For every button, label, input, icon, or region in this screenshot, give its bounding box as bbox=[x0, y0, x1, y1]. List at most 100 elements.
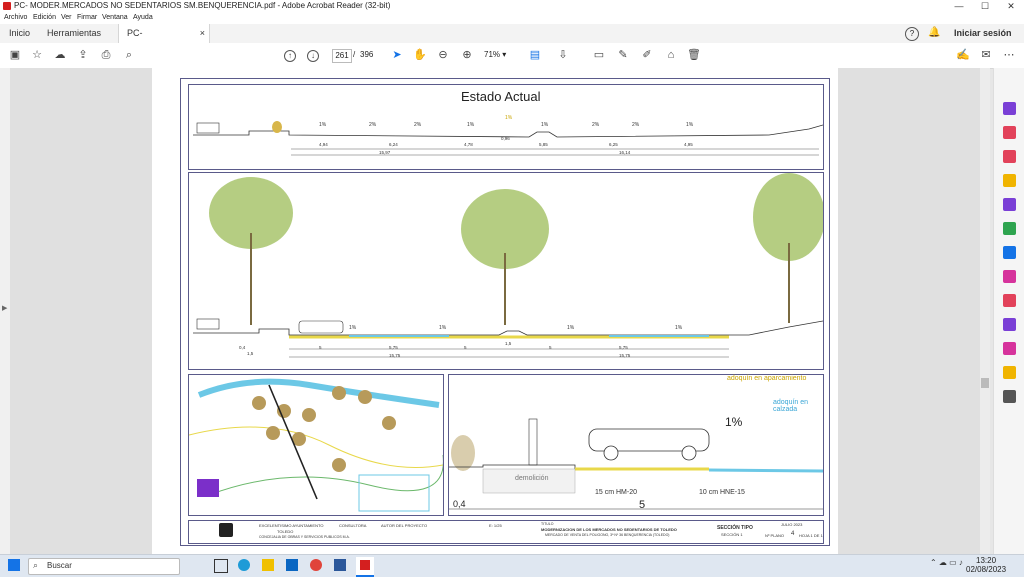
sign-icon[interactable]: ✍ bbox=[956, 48, 970, 62]
dimension-label: 4,78 bbox=[464, 142, 473, 147]
edge-icon[interactable] bbox=[238, 559, 250, 571]
paving-parking-label: adoquín en aparcamiento bbox=[727, 375, 807, 382]
tray-icons[interactable]: ⌃ ☁ ▭ ♪ bbox=[930, 558, 963, 567]
tab-inicio[interactable]: Inicio bbox=[9, 24, 30, 43]
bell-icon[interactable]: 🔔 bbox=[928, 27, 940, 38]
windows-start-icon[interactable] bbox=[8, 559, 20, 571]
scan-ocr-icon[interactable] bbox=[1003, 246, 1016, 259]
comment-icon[interactable]: ▭ bbox=[592, 48, 606, 62]
title-scale: E: 1/25 bbox=[489, 523, 502, 528]
dimension-label: 1,5 bbox=[505, 341, 512, 346]
dimension-label: 0,96 bbox=[501, 136, 510, 141]
title-block: EXCELENTISIMO AYUNTAMIENTO TOLEDO CONCEJ… bbox=[188, 520, 824, 544]
create-pdf-icon[interactable] bbox=[1003, 126, 1016, 139]
plan-number-label: Nº PLANO bbox=[765, 533, 785, 538]
dimension-label: 5 bbox=[319, 345, 322, 350]
scroll-mode-icon[interactable]: ⇩ bbox=[556, 48, 570, 62]
more-options-icon[interactable]: ⋯ bbox=[1002, 48, 1016, 62]
protect-icon[interactable] bbox=[1003, 294, 1016, 307]
menu-firmar[interactable]: Firmar bbox=[77, 14, 97, 21]
page-down-icon[interactable]: ↓ bbox=[307, 50, 319, 62]
search-box[interactable]: ⌕ Buscar bbox=[28, 558, 180, 575]
dimension-label: 5,85 bbox=[539, 142, 548, 147]
menu-ver[interactable]: Ver bbox=[61, 14, 72, 21]
tray-clock[interactable]: 13:20 02/08/2023 bbox=[966, 556, 1006, 574]
mail-icon[interactable]: ✉ bbox=[979, 48, 993, 62]
menu-ventana[interactable]: Ventana bbox=[102, 14, 128, 21]
file-explorer-icon[interactable] bbox=[262, 559, 274, 571]
delete-icon[interactable]: 🗑 bbox=[687, 48, 701, 62]
slope-label: 1% bbox=[675, 325, 683, 331]
select-pointer-icon[interactable]: ➤ bbox=[390, 48, 404, 62]
compress-icon[interactable] bbox=[1003, 318, 1016, 331]
zoom-in-icon[interactable]: ⊕ bbox=[460, 48, 474, 62]
help-icon[interactable]: ? bbox=[905, 27, 919, 41]
vertical-scrollbar[interactable] bbox=[980, 68, 990, 554]
export-pdf-icon[interactable] bbox=[1003, 102, 1016, 115]
measure-icon[interactable] bbox=[1003, 366, 1016, 379]
total-dimension: 15,97 bbox=[379, 150, 391, 155]
plan-number: 4 bbox=[791, 531, 795, 537]
close-button[interactable]: ✕ bbox=[998, 0, 1024, 12]
detail-frame: adoquín en aparcamiento adoquín en calza… bbox=[448, 374, 824, 516]
detail-slope: 1% bbox=[725, 415, 743, 429]
maximize-button[interactable]: ☐ bbox=[972, 0, 998, 12]
zoom-out-icon[interactable]: ⊖ bbox=[436, 48, 450, 62]
title-project-sub: MERCADO DE VENTA DEL POLIGONO, 3ª Nº 36 … bbox=[545, 533, 670, 537]
edit-pdf-icon[interactable] bbox=[1003, 150, 1016, 163]
scrollbar-thumb[interactable] bbox=[981, 378, 989, 388]
search-placeholder: Buscar bbox=[47, 561, 72, 570]
page-up-icon[interactable]: ↑ bbox=[284, 50, 296, 62]
request-signature-icon[interactable] bbox=[1003, 342, 1016, 355]
slope-label: 2% bbox=[632, 122, 640, 128]
tab-herramientas[interactable]: Herramientas bbox=[47, 24, 101, 43]
organize-pages-icon[interactable] bbox=[1003, 222, 1016, 235]
search-icon[interactable]: ⌕ bbox=[122, 48, 136, 62]
title-project: MODERNIZACION DE LOS MERCADOS NO SEDENTA… bbox=[541, 527, 677, 532]
plan-subtitle: SECCIÓN 1 bbox=[721, 532, 743, 537]
fit-page-icon[interactable]: ▤ bbox=[528, 48, 542, 62]
left-panel-toggle[interactable]: ▶ bbox=[0, 68, 10, 554]
save-icon[interactable]: ▣ bbox=[8, 48, 22, 62]
tab-close-icon[interactable]: × bbox=[200, 24, 205, 43]
acrobat-app-icon bbox=[3, 2, 11, 10]
chrome-icon[interactable] bbox=[310, 559, 322, 571]
site-plan-frame bbox=[188, 374, 444, 516]
paving-road-label: adoquín en calzada bbox=[773, 399, 809, 413]
zoom-dropdown[interactable]: 71% ▾ bbox=[484, 49, 514, 61]
title-city: TOLEDO bbox=[277, 529, 294, 534]
acrobat-taskbar-icon[interactable] bbox=[356, 557, 374, 577]
menu-archivo[interactable]: Archivo bbox=[4, 14, 27, 21]
comment-tool-icon[interactable] bbox=[1003, 174, 1016, 187]
section-existing-svg bbox=[193, 121, 823, 156]
more-tools-icon[interactable] bbox=[1003, 390, 1016, 403]
section-existing-frame: Estado Actual 1% 2% 2% 1% 1% 1% 2% 2% 1%… bbox=[188, 84, 824, 170]
menu-ayuda[interactable]: Ayuda bbox=[133, 14, 153, 21]
task-view-icon[interactable] bbox=[214, 559, 228, 573]
stamp-icon[interactable]: ⌂ bbox=[664, 48, 678, 62]
outlook-icon[interactable] bbox=[286, 559, 298, 571]
dimension-label: 4,94 bbox=[319, 142, 328, 147]
hm20-label: 15 cm HM-20 bbox=[595, 489, 638, 496]
title-org: EXCELENTISIMO AYUNTAMIENTO bbox=[259, 523, 324, 528]
print-icon[interactable]: ⎙ bbox=[99, 48, 113, 62]
hand-icon[interactable]: ✋ bbox=[413, 48, 427, 62]
cloud-upload-icon[interactable]: ☁ bbox=[53, 48, 67, 62]
search-icon: ⌕ bbox=[33, 560, 39, 570]
minimize-button[interactable]: — bbox=[946, 0, 972, 12]
fill-sign-icon[interactable] bbox=[1003, 270, 1016, 283]
expand-left-icon[interactable]: ▶ bbox=[2, 304, 7, 312]
tab-document[interactable]: PC- MODER.MERC... × bbox=[118, 24, 210, 57]
word-icon[interactable] bbox=[334, 559, 346, 571]
draw-icon[interactable]: ✐ bbox=[640, 48, 654, 62]
star-icon[interactable]: ☆ bbox=[30, 48, 44, 62]
page-number-input[interactable]: 261 bbox=[332, 49, 352, 63]
slope-label: 1% bbox=[567, 325, 575, 331]
share-icon[interactable]: ⇪ bbox=[76, 48, 90, 62]
menu-edicion[interactable]: Edición bbox=[33, 14, 56, 21]
pdf-page: Estado Actual 1% 2% 2% 1% 1% 1% 2% 2% 1%… bbox=[152, 68, 838, 554]
plan-sheet: HOJA 1 DE 1 bbox=[799, 533, 823, 538]
combine-files-icon[interactable] bbox=[1003, 198, 1016, 211]
highlight-pen-icon[interactable]: ✎ bbox=[616, 48, 630, 62]
signin-button[interactable]: Iniciar sesión bbox=[954, 28, 1012, 38]
